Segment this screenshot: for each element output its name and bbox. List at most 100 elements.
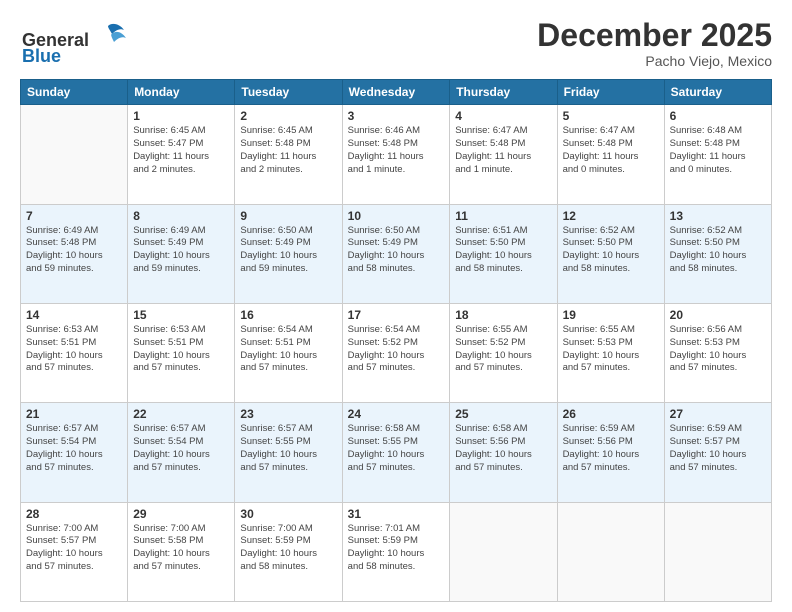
col-header-wednesday: Wednesday xyxy=(342,80,450,105)
day-info: Sunrise: 6:54 AM Sunset: 5:52 PM Dayligh… xyxy=(348,324,445,375)
day-info: Sunrise: 6:45 AM Sunset: 5:47 PM Dayligh… xyxy=(133,125,229,176)
day-info: Sunrise: 6:57 AM Sunset: 5:54 PM Dayligh… xyxy=(133,423,229,474)
calendar-cell: 28 Sunrise: 7:00 AM Sunset: 5:57 PM Dayli… xyxy=(21,502,128,601)
day-number: 18 xyxy=(455,308,551,322)
calendar-week-row: 1Sunrise: 6:45 AM Sunset: 5:47 PM Daylig… xyxy=(21,105,772,204)
svg-text:Blue: Blue xyxy=(22,46,61,66)
day-number: 12 xyxy=(563,209,659,223)
day-number: 3 xyxy=(348,109,445,123)
day-number: 23 xyxy=(240,407,336,421)
calendar-cell xyxy=(664,502,771,601)
day-info: Sunrise: 7:00 AM Sunset: 5:57 PM Dayligh… xyxy=(26,523,122,574)
calendar-cell: 3 Sunrise: 6:46 AM Sunset: 5:48 PM Daylig… xyxy=(342,105,450,204)
day-info: Sunrise: 7:00 AM Sunset: 5:58 PM Dayligh… xyxy=(133,523,229,574)
calendar-cell xyxy=(557,502,664,601)
calendar-cell: 20Sunrise: 6:56 AM Sunset: 5:53 PM Dayli… xyxy=(664,303,771,402)
day-info: Sunrise: 6:52 AM Sunset: 5:50 PM Dayligh… xyxy=(563,225,659,276)
day-info: Sunrise: 6:46 AM Sunset: 5:48 PM Dayligh… xyxy=(348,125,445,176)
calendar-cell: 4Sunrise: 6:47 AM Sunset: 5:48 PM Daylig… xyxy=(450,105,557,204)
day-number: 29 xyxy=(133,507,229,521)
calendar-cell xyxy=(450,502,557,601)
col-header-tuesday: Tuesday xyxy=(235,80,342,105)
day-number: 24 xyxy=(348,407,445,421)
calendar-cell: 17 Sunrise: 6:54 AM Sunset: 5:52 PM Dayli… xyxy=(342,303,450,402)
calendar-cell: 23 Sunrise: 6:57 AM Sunset: 5:55 PM Dayli… xyxy=(235,403,342,502)
day-info: Sunrise: 7:01 AM Sunset: 5:59 PM Dayligh… xyxy=(348,523,445,574)
day-number: 19 xyxy=(563,308,659,322)
day-info: Sunrise: 6:58 AM Sunset: 5:55 PM Dayligh… xyxy=(348,423,445,474)
day-info: Sunrise: 6:54 AM Sunset: 5:51 PM Dayligh… xyxy=(240,324,336,375)
col-header-thursday: Thursday xyxy=(450,80,557,105)
location: Pacho Viejo, Mexico xyxy=(537,53,772,69)
calendar-week-row: 28 Sunrise: 7:00 AM Sunset: 5:57 PM Dayli… xyxy=(21,502,772,601)
calendar-cell: 29 Sunrise: 7:00 AM Sunset: 5:58 PM Dayli… xyxy=(128,502,235,601)
calendar-cell: 11 Sunrise: 6:51 AM Sunset: 5:50 PM Dayli… xyxy=(450,204,557,303)
day-info: Sunrise: 6:48 AM Sunset: 5:48 PM Dayligh… xyxy=(670,125,766,176)
day-number: 27 xyxy=(670,407,766,421)
calendar-cell: 9 Sunrise: 6:50 AM Sunset: 5:49 PM Daylig… xyxy=(235,204,342,303)
day-number: 17 xyxy=(348,308,445,322)
day-info: Sunrise: 6:51 AM Sunset: 5:50 PM Dayligh… xyxy=(455,225,551,276)
calendar-cell: 24 Sunrise: 6:58 AM Sunset: 5:55 PM Dayli… xyxy=(342,403,450,502)
day-number: 31 xyxy=(348,507,445,521)
calendar-cell: 19 Sunrise: 6:55 AM Sunset: 5:53 PM Dayli… xyxy=(557,303,664,402)
day-info: Sunrise: 7:00 AM Sunset: 5:59 PM Dayligh… xyxy=(240,523,336,574)
col-header-monday: Monday xyxy=(128,80,235,105)
day-info: Sunrise: 6:55 AM Sunset: 5:52 PM Dayligh… xyxy=(455,324,551,375)
calendar-cell: 10Sunrise: 6:50 AM Sunset: 5:49 PM Dayli… xyxy=(342,204,450,303)
day-info: Sunrise: 6:50 AM Sunset: 5:49 PM Dayligh… xyxy=(348,225,445,276)
day-info: Sunrise: 6:52 AM Sunset: 5:50 PM Dayligh… xyxy=(670,225,766,276)
day-number: 9 xyxy=(240,209,336,223)
day-info: Sunrise: 6:49 AM Sunset: 5:49 PM Dayligh… xyxy=(133,225,229,276)
calendar-cell: 16 Sunrise: 6:54 AM Sunset: 5:51 PM Dayli… xyxy=(235,303,342,402)
day-number: 7 xyxy=(26,209,122,223)
calendar-cell: 30 Sunrise: 7:00 AM Sunset: 5:59 PM Dayli… xyxy=(235,502,342,601)
title-area: December 2025 Pacho Viejo, Mexico xyxy=(537,18,772,69)
logo-svg: General Blue xyxy=(20,18,130,66)
day-info: Sunrise: 6:47 AM Sunset: 5:48 PM Dayligh… xyxy=(563,125,659,176)
calendar-week-row: 7 Sunrise: 6:49 AM Sunset: 5:48 PM Daylig… xyxy=(21,204,772,303)
day-info: Sunrise: 6:57 AM Sunset: 5:54 PM Dayligh… xyxy=(26,423,122,474)
day-number: 8 xyxy=(133,209,229,223)
day-number: 13 xyxy=(670,209,766,223)
logo: General Blue xyxy=(20,18,130,69)
day-number: 6 xyxy=(670,109,766,123)
header: General Blue December 2025 Pacho Viejo, … xyxy=(20,18,772,69)
page: General Blue December 2025 Pacho Viejo, … xyxy=(0,0,792,612)
col-header-saturday: Saturday xyxy=(664,80,771,105)
calendar-cell: 26Sunrise: 6:59 AM Sunset: 5:56 PM Dayli… xyxy=(557,403,664,502)
calendar-week-row: 14 Sunrise: 6:53 AM Sunset: 5:51 PM Dayli… xyxy=(21,303,772,402)
day-info: Sunrise: 6:59 AM Sunset: 5:56 PM Dayligh… xyxy=(563,423,659,474)
calendar-week-row: 21 Sunrise: 6:57 AM Sunset: 5:54 PM Dayli… xyxy=(21,403,772,502)
calendar-cell: 8 Sunrise: 6:49 AM Sunset: 5:49 PM Daylig… xyxy=(128,204,235,303)
day-info: Sunrise: 6:45 AM Sunset: 5:48 PM Dayligh… xyxy=(240,125,336,176)
day-info: Sunrise: 6:49 AM Sunset: 5:48 PM Dayligh… xyxy=(26,225,122,276)
day-number: 20 xyxy=(670,308,766,322)
day-number: 21 xyxy=(26,407,122,421)
col-header-sunday: Sunday xyxy=(21,80,128,105)
calendar-cell: 22Sunrise: 6:57 AM Sunset: 5:54 PM Dayli… xyxy=(128,403,235,502)
calendar-cell: 27 Sunrise: 6:59 AM Sunset: 5:57 PM Dayli… xyxy=(664,403,771,502)
calendar-cell: 25Sunrise: 6:58 AM Sunset: 5:56 PM Dayli… xyxy=(450,403,557,502)
day-number: 11 xyxy=(455,209,551,223)
day-info: Sunrise: 6:57 AM Sunset: 5:55 PM Dayligh… xyxy=(240,423,336,474)
day-number: 16 xyxy=(240,308,336,322)
day-number: 30 xyxy=(240,507,336,521)
calendar-cell: 31 Sunrise: 7:01 AM Sunset: 5:59 PM Dayli… xyxy=(342,502,450,601)
day-info: Sunrise: 6:53 AM Sunset: 5:51 PM Dayligh… xyxy=(26,324,122,375)
day-info: Sunrise: 6:50 AM Sunset: 5:49 PM Dayligh… xyxy=(240,225,336,276)
col-header-friday: Friday xyxy=(557,80,664,105)
day-info: Sunrise: 6:55 AM Sunset: 5:53 PM Dayligh… xyxy=(563,324,659,375)
month-title: December 2025 xyxy=(537,18,772,53)
day-number: 5 xyxy=(563,109,659,123)
day-info: Sunrise: 6:47 AM Sunset: 5:48 PM Dayligh… xyxy=(455,125,551,176)
day-number: 28 xyxy=(26,507,122,521)
calendar-cell: 18 Sunrise: 6:55 AM Sunset: 5:52 PM Dayli… xyxy=(450,303,557,402)
calendar-cell: 13 Sunrise: 6:52 AM Sunset: 5:50 PM Dayli… xyxy=(664,204,771,303)
day-number: 2 xyxy=(240,109,336,123)
day-number: 14 xyxy=(26,308,122,322)
day-info: Sunrise: 6:58 AM Sunset: 5:56 PM Dayligh… xyxy=(455,423,551,474)
day-number: 15 xyxy=(133,308,229,322)
day-info: Sunrise: 6:59 AM Sunset: 5:57 PM Dayligh… xyxy=(670,423,766,474)
calendar-table: SundayMondayTuesdayWednesdayThursdayFrid… xyxy=(20,79,772,602)
